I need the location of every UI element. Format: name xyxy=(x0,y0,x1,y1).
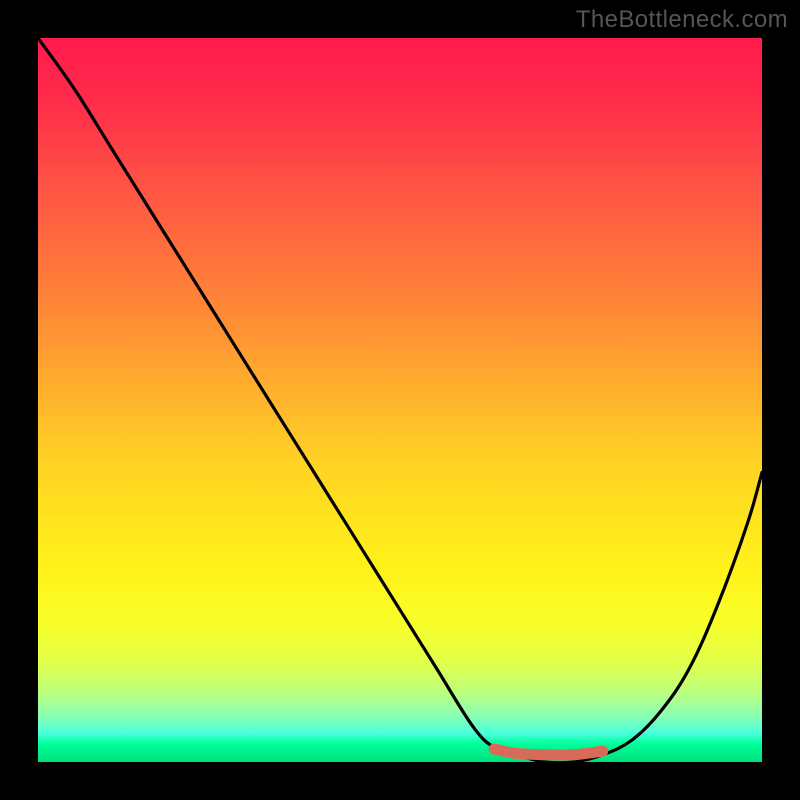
highlight-segment-path xyxy=(494,749,603,755)
curve-svg xyxy=(38,38,762,762)
chart-frame: TheBottleneck.com xyxy=(0,0,800,800)
watermark-text: TheBottleneck.com xyxy=(576,6,788,34)
gradient-plot-area xyxy=(38,38,762,762)
bottleneck-curve-path xyxy=(38,38,762,763)
